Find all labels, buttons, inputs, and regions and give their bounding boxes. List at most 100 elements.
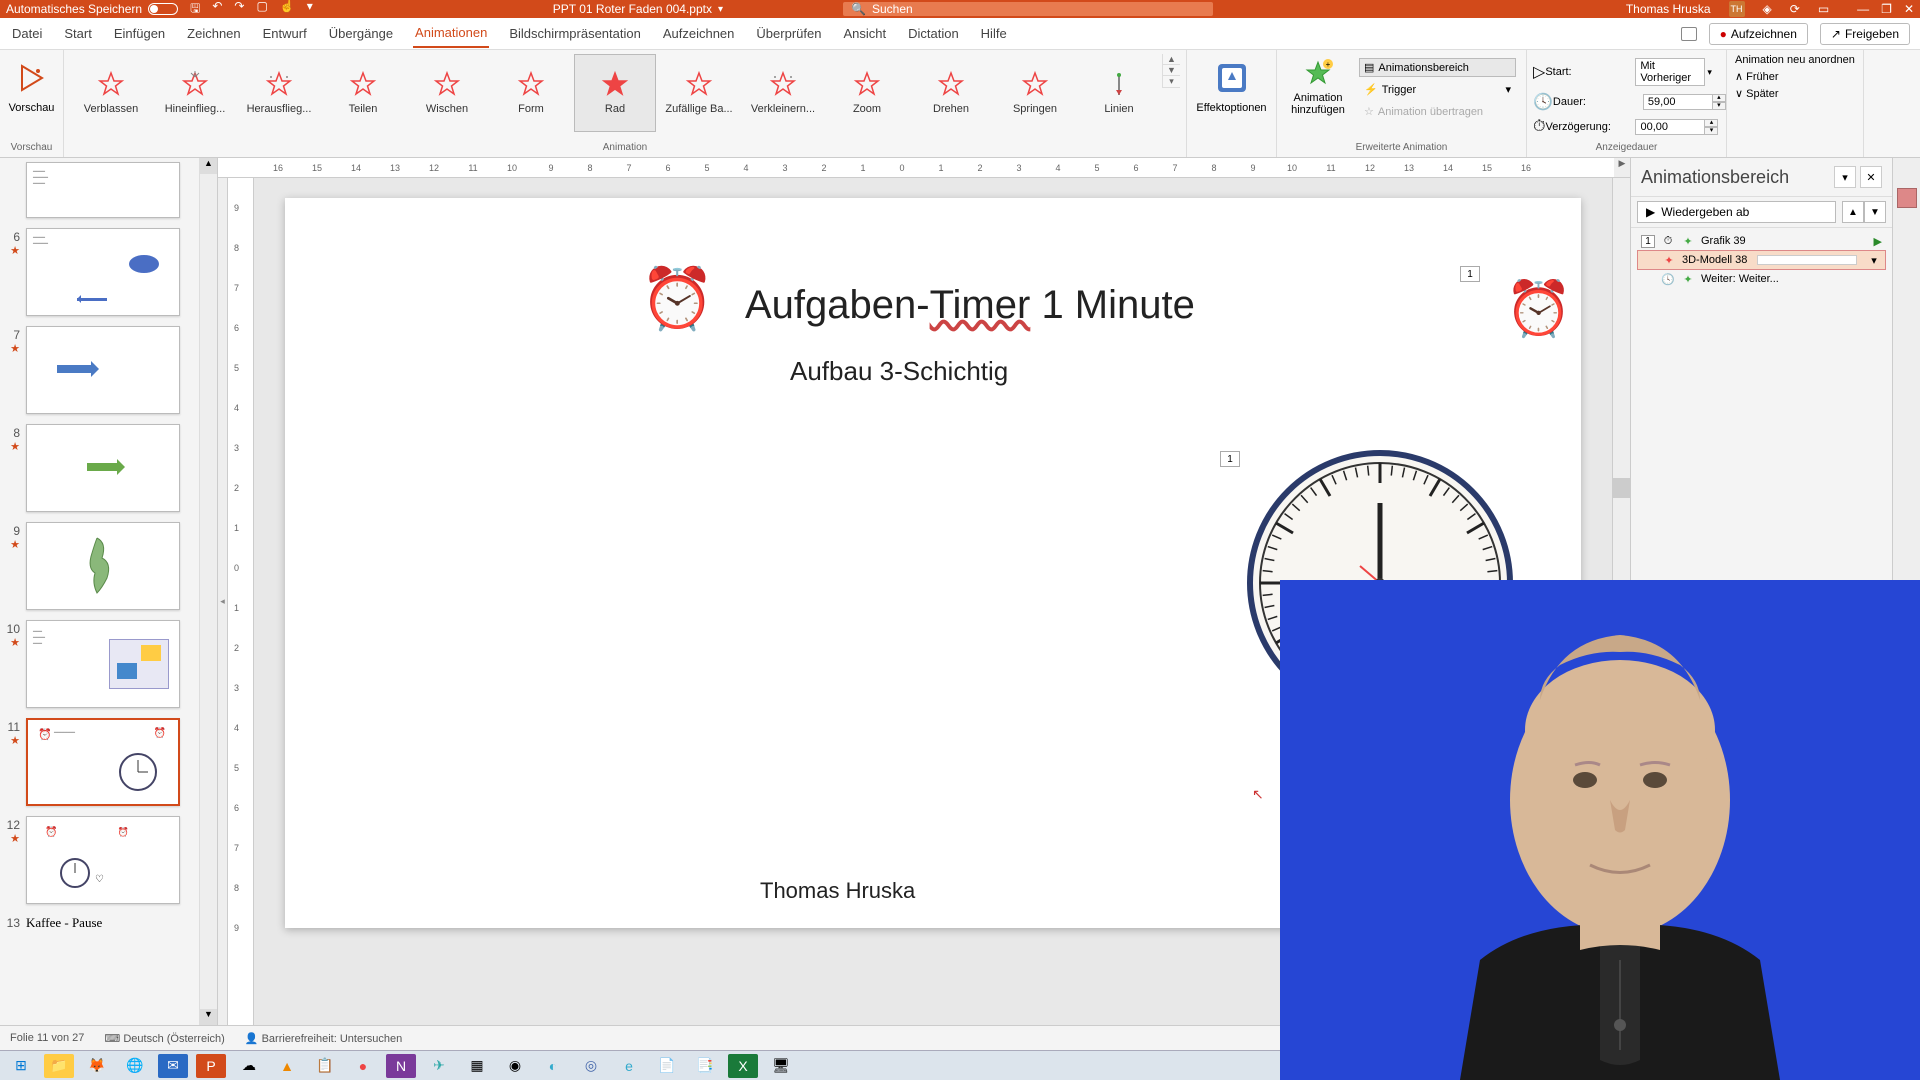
outlook-icon[interactable]: ✉	[158, 1054, 188, 1078]
anim-hineinflieg[interactable]: Hineinflieg...	[154, 54, 236, 132]
anim-tag-2[interactable]: 1	[1220, 451, 1240, 467]
preview-icon[interactable]	[14, 60, 50, 96]
firefox-icon[interactable]: 🦊	[82, 1054, 112, 1078]
share-button[interactable]: ↗Freigeben	[1820, 23, 1910, 45]
tab-animationen[interactable]: Animationen	[413, 19, 489, 48]
tab-dictation[interactable]: Dictation	[906, 20, 961, 47]
status-access[interactable]: 👤 Barrierefreiheit: Untersuchen	[245, 1032, 402, 1045]
powerpoint-icon[interactable]: P	[196, 1054, 226, 1078]
gallery-scroll[interactable]: ▲▼▾	[1162, 54, 1180, 88]
maximize-icon[interactable]: ❐	[1881, 2, 1892, 16]
minimize-icon[interactable]: —	[1857, 2, 1869, 16]
edge-icon[interactable]: e	[614, 1054, 644, 1078]
tab-hilfe[interactable]: Hilfe	[979, 20, 1009, 47]
trigger-button[interactable]: ⚡Trigger▾	[1359, 80, 1516, 99]
collapse-left[interactable]: ◂	[218, 178, 228, 1025]
dauer-input[interactable]: 59,00	[1643, 94, 1713, 110]
slide-thumb-13[interactable]: Kaffee - Pause	[26, 914, 180, 934]
present-icon[interactable]: ▢	[256, 0, 267, 20]
add-animation-icon[interactable]: +	[1302, 58, 1334, 90]
app-icon-6[interactable]: ◎	[576, 1054, 606, 1078]
undo-icon[interactable]: ↶	[212, 0, 222, 20]
slide-thumb-5[interactable]: ━━━━━━━━━━━━━	[26, 162, 180, 218]
tab-start[interactable]: Start	[62, 20, 93, 47]
tab-ansicht[interactable]: Ansicht	[841, 20, 888, 47]
status-lang[interactable]: ⌨ Deutsch (Österreich)	[104, 1032, 224, 1045]
app-icon-4[interactable]: ▦	[462, 1054, 492, 1078]
tab-uebergaenge[interactable]: Übergänge	[327, 20, 395, 47]
user-avatar[interactable]: TH	[1729, 1, 1745, 17]
app-icon-1[interactable]: ☁	[234, 1054, 264, 1078]
tab-bildschirm[interactable]: Bildschirmpräsentation	[507, 20, 643, 47]
filename[interactable]: PPT 01 Roter Faden 004.pptx ▾	[553, 2, 723, 16]
item-dropdown-icon[interactable]: ▾	[1867, 254, 1881, 267]
obs-icon[interactable]: ◉	[500, 1054, 530, 1078]
anim-item-weiter[interactable]: 🕓 ✦ Weiter: Weiter...	[1637, 270, 1886, 288]
vlc-icon[interactable]: ▲	[272, 1054, 302, 1078]
touch-icon[interactable]: ☝	[280, 0, 295, 20]
slide-thumb-11[interactable]: ⏰━━━━━━━⏰	[26, 718, 180, 806]
record-button[interactable]: ●Aufzeichnen	[1709, 23, 1808, 45]
play-from-button[interactable]: ▶Wiedergeben ab	[1637, 201, 1836, 223]
redo-icon[interactable]: ↷	[234, 0, 244, 20]
slide-thumb-10[interactable]: ━━━━━━━━━━	[26, 620, 180, 708]
anim-linien[interactable]: Linien	[1078, 54, 1160, 132]
search-box[interactable]: 🔍 Suchen	[843, 2, 1213, 16]
anim-form[interactable]: Form	[490, 54, 572, 132]
move-up-button[interactable]: ▲	[1842, 201, 1864, 223]
slide-thumb-12[interactable]: ⏰⏰♡	[26, 816, 180, 904]
anim-rad[interactable]: Rad	[574, 54, 656, 132]
anim-zoom[interactable]: Zoom	[826, 54, 908, 132]
slidepanel-scrollbar[interactable]: ▲▼	[199, 158, 217, 1025]
app-icon-7[interactable]: 📄	[652, 1054, 682, 1078]
anim-herausflieg[interactable]: Herausflieg...	[238, 54, 320, 132]
anim-tag-1[interactable]: 1	[1460, 266, 1480, 282]
excel-icon[interactable]: X	[728, 1054, 758, 1078]
start-select[interactable]: Mit Vorheriger	[1635, 58, 1705, 86]
anim-item-3dmodell38[interactable]: ✦ 3D-Modell 38 ▾	[1637, 250, 1886, 270]
window-icon[interactable]: ▭	[1818, 2, 1829, 16]
slide-thumb-6[interactable]: ━━━━━━━━━	[26, 228, 180, 316]
tab-zeichnen[interactable]: Zeichnen	[185, 20, 242, 47]
animpane-close-icon[interactable]: ✕	[1860, 166, 1882, 188]
slide-thumb-7[interactable]	[26, 326, 180, 414]
app-icon-8[interactable]: 📑	[690, 1054, 720, 1078]
move-down-button[interactable]: ▼	[1864, 201, 1886, 223]
effect-options-icon[interactable]	[1212, 58, 1252, 98]
tab-einfuegen[interactable]: Einfügen	[112, 20, 167, 47]
sync-icon[interactable]: ⟳	[1790, 2, 1800, 16]
qat-more-icon[interactable]: ▾	[307, 0, 313, 20]
comments-icon[interactable]	[1681, 27, 1697, 41]
tab-aufzeichnen[interactable]: Aufzeichnen	[661, 20, 737, 47]
anim-drehen[interactable]: Drehen	[910, 54, 992, 132]
animationsbereich-button[interactable]: ▤Animationsbereich	[1359, 58, 1516, 77]
explorer-icon[interactable]: 📁	[44, 1054, 74, 1078]
anim-springen[interactable]: Springen	[994, 54, 1076, 132]
app-icon-9[interactable]: 🖥	[766, 1054, 796, 1078]
anim-zufaellig[interactable]: Zufällige Ba...	[658, 54, 740, 132]
animpane-options-icon[interactable]: ▾	[1834, 166, 1856, 188]
telegram-icon[interactable]: ✈	[424, 1054, 454, 1078]
chrome-icon[interactable]: 🌐	[120, 1054, 150, 1078]
onenote-icon[interactable]: N	[386, 1054, 416, 1078]
slide-thumb-9[interactable]	[26, 522, 180, 610]
anim-verblassen[interactable]: Verblassen	[70, 54, 152, 132]
sidebar-tool-icon[interactable]	[1897, 188, 1917, 208]
anim-item-grafik39[interactable]: 1 ⏱ ✦ Grafik 39 ▶	[1637, 232, 1886, 250]
anim-wischen[interactable]: Wischen	[406, 54, 488, 132]
tab-entwurf[interactable]: Entwurf	[261, 20, 309, 47]
app-icon-5[interactable]: ◐	[538, 1054, 568, 1078]
username[interactable]: Thomas Hruska	[1626, 2, 1711, 16]
spaeter-button[interactable]: ∨ Später	[1735, 87, 1855, 100]
app-icon-2[interactable]: 📋	[310, 1054, 340, 1078]
save-icon[interactable]: 🖫	[190, 0, 200, 20]
anim-teilen[interactable]: Teilen	[322, 54, 404, 132]
close-icon[interactable]: ✕	[1904, 2, 1914, 16]
cloud-icon[interactable]: ◈	[1763, 2, 1772, 16]
hscroll-right[interactable]: ▶	[1614, 158, 1630, 177]
app-icon-3[interactable]: ●	[348, 1054, 378, 1078]
anim-verkleinern[interactable]: Verkleinern...	[742, 54, 824, 132]
verzoegerung-input[interactable]: 00,00	[1635, 119, 1705, 135]
start-icon[interactable]: ⊞	[6, 1054, 36, 1078]
tab-ueberpruefen[interactable]: Überprüfen	[754, 20, 823, 47]
